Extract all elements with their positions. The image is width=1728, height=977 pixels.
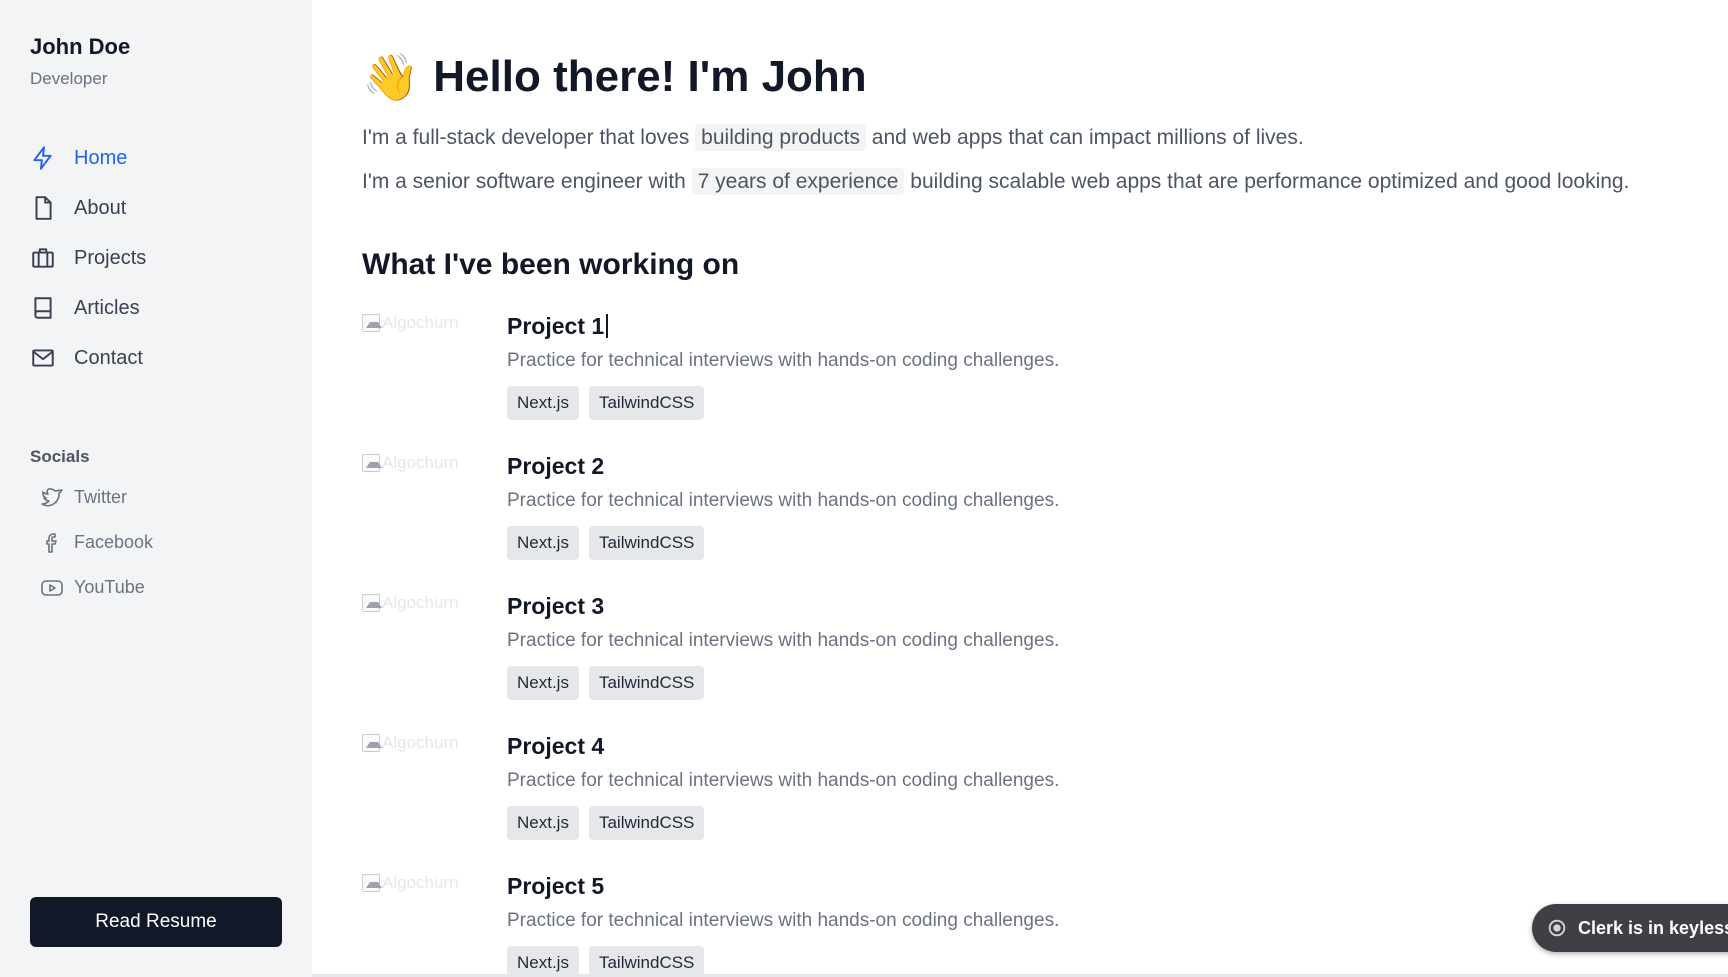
nav-item-label: Home (74, 146, 128, 169)
social-item-twitter[interactable]: Twitter (30, 475, 282, 520)
intro-text: building scalable web apps that are perf… (904, 170, 1630, 193)
nav-item-contact[interactable]: Contact (30, 333, 282, 383)
highlight-experience: 7 years of experience (691, 168, 905, 195)
book-icon (30, 295, 56, 321)
briefcase-icon (30, 245, 56, 271)
waving-hand-icon: 👋 (362, 49, 420, 104)
lightning-icon (30, 145, 56, 171)
clerk-keyless-toast[interactable]: Clerk is in keyless m (1532, 904, 1728, 952)
main-nav: Home About Projects Articles Contact (30, 133, 282, 383)
intro-text: and web apps that can impact millions of… (865, 126, 1304, 149)
nav-item-articles[interactable]: Articles (30, 283, 282, 333)
image-alt-text: Algochurn (382, 873, 459, 892)
project-description: Practice for technical interviews with h… (507, 910, 1060, 931)
nav-item-label: Articles (74, 296, 140, 319)
project-title[interactable]: Project 2 (507, 450, 1059, 482)
project-title[interactable]: Project 3 (507, 590, 1059, 622)
work-section-title: What I've been working on (362, 248, 740, 281)
highlight-building-products: building products (695, 124, 866, 151)
socials-heading: Socials (30, 447, 90, 466)
project-card[interactable]: Algochurn Project 5 Practice for technic… (362, 866, 1728, 977)
text-cursor (606, 314, 609, 338)
tag: Next.js (507, 946, 579, 977)
intro-text: I'm a senior software engineer with (362, 170, 692, 193)
intro-paragraph-1: I'm a full-stack developer that loves bu… (362, 120, 1702, 156)
project-card[interactable]: Algochurn Project 4 Practice for technic… (362, 726, 1728, 866)
social-item-label: YouTube (74, 577, 145, 597)
image-alt-text: Algochurn (382, 733, 459, 752)
clerk-icon (1546, 917, 1568, 939)
nav-item-projects[interactable]: Projects (30, 233, 282, 283)
hero-heading: 👋 Hello there! I'm John (362, 46, 1728, 108)
image-alt-text: Algochurn (382, 313, 459, 332)
broken-image-icon (362, 314, 382, 332)
social-item-youtube[interactable]: YouTube (30, 565, 282, 610)
nav-item-label: Projects (74, 246, 147, 269)
nav-item-about[interactable]: About (30, 183, 282, 233)
tag: Next.js (507, 806, 579, 840)
nav-item-label: About (74, 196, 127, 219)
project-description: Practice for technical interviews with h… (507, 350, 1060, 371)
read-resume-button[interactable]: Read Resume (30, 897, 282, 947)
project-tags: Next.js TailwindCSS (507, 386, 1059, 420)
main-content: 👋 Hello there! I'm John I'm a full-stack… (312, 0, 1728, 977)
hero-title: Hello there! I'm John (433, 52, 867, 101)
profile-role: Developer (30, 69, 108, 88)
tag: TailwindCSS (588, 386, 705, 420)
project-card[interactable]: Algochurn Project 1 Practice for technic… (362, 306, 1728, 446)
project-description: Practice for technical interviews with h… (507, 630, 1060, 651)
tag: TailwindCSS (588, 526, 705, 560)
mail-icon (30, 345, 56, 371)
social-item-label: Facebook (74, 532, 154, 552)
project-thumbnail: Algochurn (362, 448, 507, 478)
project-tags: Next.js TailwindCSS (507, 946, 1059, 977)
tag: Next.js (507, 526, 579, 560)
broken-image-icon (362, 734, 382, 752)
facebook-icon (40, 531, 64, 555)
project-tags: Next.js TailwindCSS (507, 666, 1059, 700)
tag: TailwindCSS (588, 806, 705, 840)
project-thumbnail: Algochurn (362, 308, 507, 338)
app-root: John Doe Developer Home About Projects A… (0, 0, 1728, 977)
social-item-facebook[interactable]: Facebook (30, 520, 282, 565)
project-title[interactable]: Project 1 (507, 310, 1059, 342)
project-title-text: Project 1 (507, 312, 605, 339)
twitter-icon (40, 486, 64, 510)
nav-item-label: Contact (74, 346, 143, 369)
broken-image-icon (362, 454, 382, 472)
image-alt-text: Algochurn (382, 593, 459, 612)
sidebar: John Doe Developer Home About Projects A… (0, 0, 312, 977)
project-title[interactable]: Project 5 (507, 870, 1059, 902)
image-alt-text: Algochurn (382, 453, 459, 472)
toast-text: Clerk is in keyless m (1578, 917, 1728, 938)
project-tags: Next.js TailwindCSS (507, 806, 1059, 840)
profile-name: John Doe (30, 34, 131, 59)
project-thumbnail: Algochurn (362, 728, 507, 758)
project-title[interactable]: Project 4 (507, 730, 1059, 762)
intro-paragraph-2: I'm a senior software engineer with 7 ye… (362, 164, 1702, 200)
project-description: Practice for technical interviews with h… (507, 770, 1060, 791)
tag: Next.js (507, 386, 579, 420)
project-tags: Next.js TailwindCSS (507, 526, 1059, 560)
document-icon (30, 195, 56, 221)
project-thumbnail: Algochurn (362, 588, 507, 618)
project-thumbnail: Algochurn (362, 868, 507, 898)
tag: Next.js (507, 666, 579, 700)
intro-text: I'm a full-stack developer that loves (362, 126, 696, 149)
youtube-icon (40, 576, 64, 600)
tag: TailwindCSS (588, 946, 705, 977)
projects-list: Algochurn Project 1 Practice for technic… (362, 306, 1728, 977)
socials-list: Twitter Facebook YouTube (30, 475, 282, 610)
broken-image-icon (362, 594, 382, 612)
project-card[interactable]: Algochurn Project 2 Practice for technic… (362, 446, 1728, 586)
social-item-label: Twitter (74, 487, 128, 507)
broken-image-icon (362, 874, 382, 892)
tag: TailwindCSS (588, 666, 705, 700)
project-card[interactable]: Algochurn Project 3 Practice for technic… (362, 586, 1728, 726)
project-description: Practice for technical interviews with h… (507, 490, 1060, 511)
nav-item-home[interactable]: Home (30, 133, 282, 183)
